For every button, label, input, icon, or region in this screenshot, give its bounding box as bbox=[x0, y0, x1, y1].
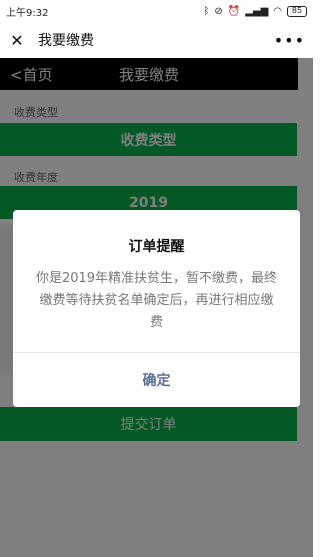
mute-icon: ⊘ bbox=[214, 5, 223, 17]
close-icon[interactable]: ✕ bbox=[8, 31, 26, 50]
webview-navbar: ✕ 我要缴费 ••• bbox=[0, 22, 313, 58]
status-icons: ᛒ ⊘ ⏰ ▂▄▆ ◠ 85 bbox=[203, 5, 307, 17]
order-reminder-dialog: 订单提醒 你是2019年精准扶贫生，暂不缴费，最终缴费等待扶贫名单确定后，再进行… bbox=[13, 210, 300, 407]
navbar-title: 我要缴费 bbox=[38, 33, 94, 49]
alarm-icon: ⏰ bbox=[227, 5, 241, 17]
status-time: 上午9:32 bbox=[6, 7, 49, 19]
dialog-message: 你是2019年精准扶贫生，暂不缴费，最终缴费等待扶贫名单确定后，再进行相应缴费 bbox=[35, 271, 278, 330]
confirm-button[interactable]: 确定 bbox=[13, 353, 300, 407]
battery-indicator: 85 bbox=[287, 5, 307, 17]
signal-icon: ▂▄▆ bbox=[245, 5, 269, 17]
more-options-icon[interactable]: ••• bbox=[274, 31, 305, 50]
dialog-title: 订单提醒 bbox=[128, 239, 185, 255]
bluetooth-icon: ᛒ bbox=[203, 5, 210, 17]
wifi-icon: ◠ bbox=[273, 5, 282, 17]
status-bar: 上午9:32 ᛒ ⊘ ⏰ ▂▄▆ ◠ 85 bbox=[0, 0, 313, 22]
